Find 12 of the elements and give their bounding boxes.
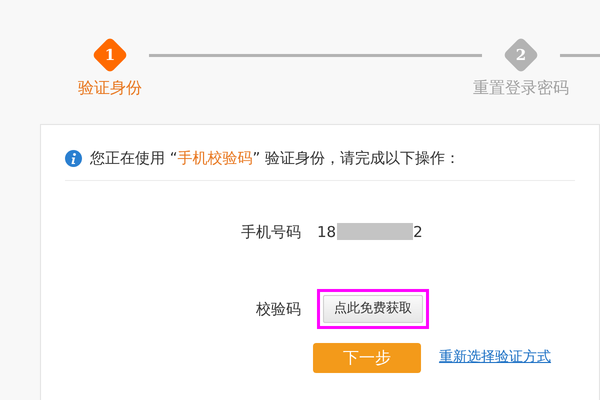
- info-icon: [65, 150, 82, 167]
- reselect-link[interactable]: 重新选择验证方式: [439, 347, 551, 368]
- phone-label: 手机号码: [240, 222, 301, 242]
- step-label: 验证身份: [78, 77, 142, 99]
- phone-prefix: 18: [317, 222, 336, 242]
- code-label: 校验码: [255, 298, 301, 320]
- step-number: 1: [104, 44, 116, 66]
- step-label: 重置登录密码: [473, 77, 569, 99]
- get-code-button[interactable]: 点此免费获取: [323, 295, 423, 322]
- phone-suffix: 2: [413, 222, 423, 242]
- step-number: 2: [516, 44, 526, 66]
- notice-text: 您正在使用 “手机校验码” 验证身份，请完成以下操作：: [90, 148, 460, 169]
